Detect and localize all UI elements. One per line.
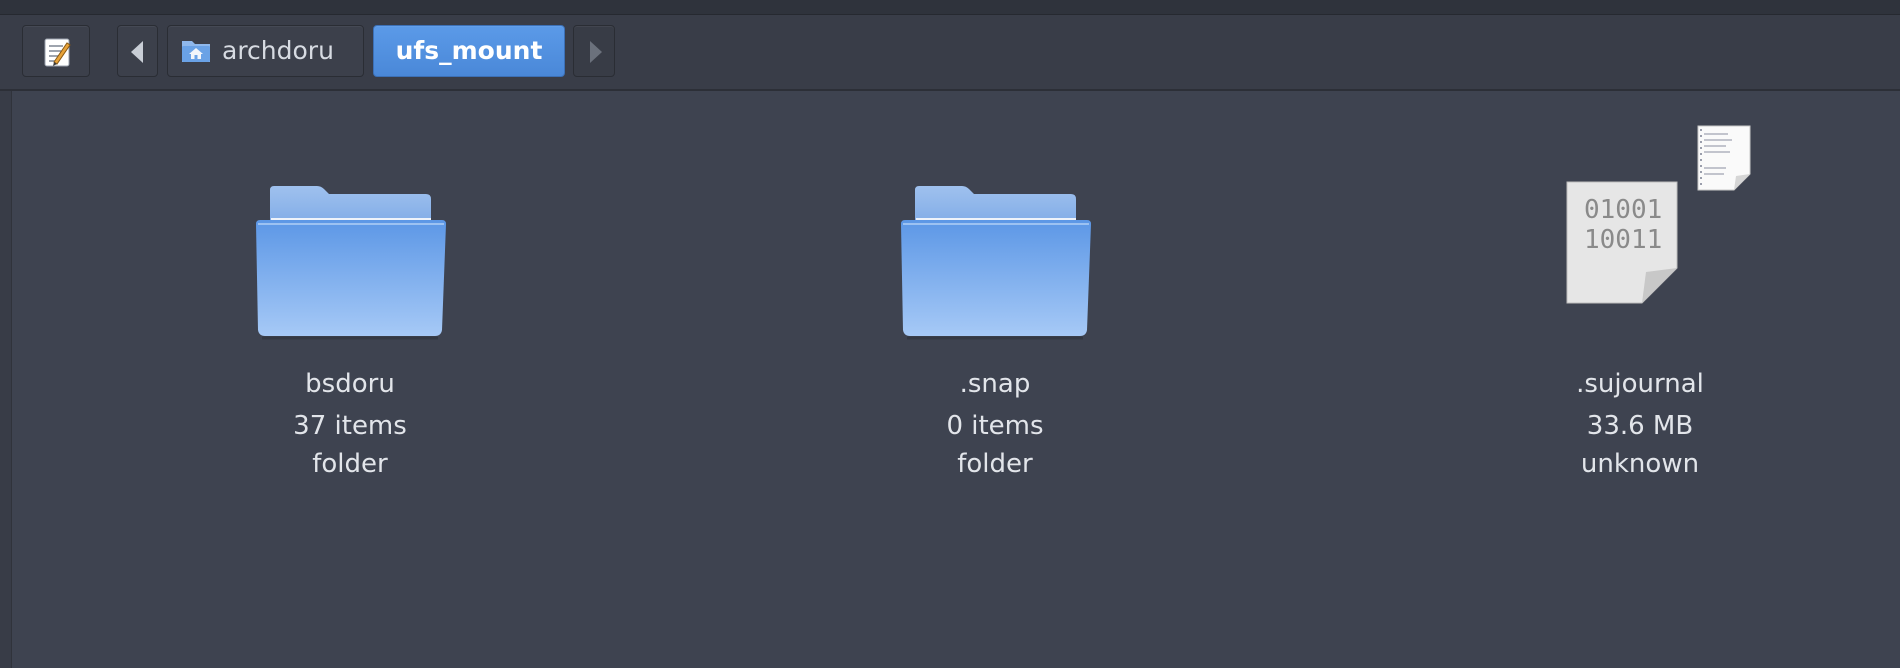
breadcrumb-home-label: archdoru: [222, 36, 334, 65]
file-name: bsdoru: [305, 369, 395, 399]
binary-file-icon: 01001 10011: [1566, 125, 1751, 304]
svg-text:01001: 01001: [1584, 195, 1662, 225]
breadcrumb-current[interactable]: ufs_mount: [373, 25, 565, 77]
chevron-right-icon: [590, 41, 602, 63]
file-type: folder: [957, 449, 1033, 479]
file-size: 0 items: [946, 411, 1044, 441]
file-size: 37 items: [293, 411, 407, 441]
edit-location-button[interactable]: [22, 25, 90, 77]
breadcrumb-current-label: ufs_mount: [395, 36, 543, 65]
file-item-sujournal[interactable]: 01001 10011 .sujournal 33.6 MB unknown: [1490, 120, 1790, 490]
back-button[interactable]: [117, 25, 158, 77]
folder-icon: [256, 186, 446, 340]
sidebar-edge: [0, 91, 12, 668]
file-name: .snap: [959, 369, 1031, 399]
chevron-left-icon: [131, 41, 143, 63]
file-size: 33.6 MB: [1586, 411, 1694, 441]
folder-icon: [901, 186, 1091, 340]
home-folder-icon: [182, 41, 210, 62]
window-top-edge: [0, 0, 1900, 15]
forward-button[interactable]: [573, 25, 615, 77]
svg-text:10011: 10011: [1584, 225, 1662, 255]
breadcrumb-home[interactable]: archdoru: [167, 25, 364, 77]
toolbar: archdoru ufs_mount: [0, 15, 1900, 91]
file-item-snap[interactable]: .snap 0 items folder: [845, 120, 1145, 490]
edit-icon: [44, 38, 71, 67]
file-type: folder: [312, 449, 388, 479]
file-item-bsdoru[interactable]: bsdoru 37 items folder: [200, 120, 500, 490]
file-name: .sujournal: [1576, 369, 1704, 399]
file-type: unknown: [1580, 449, 1700, 479]
